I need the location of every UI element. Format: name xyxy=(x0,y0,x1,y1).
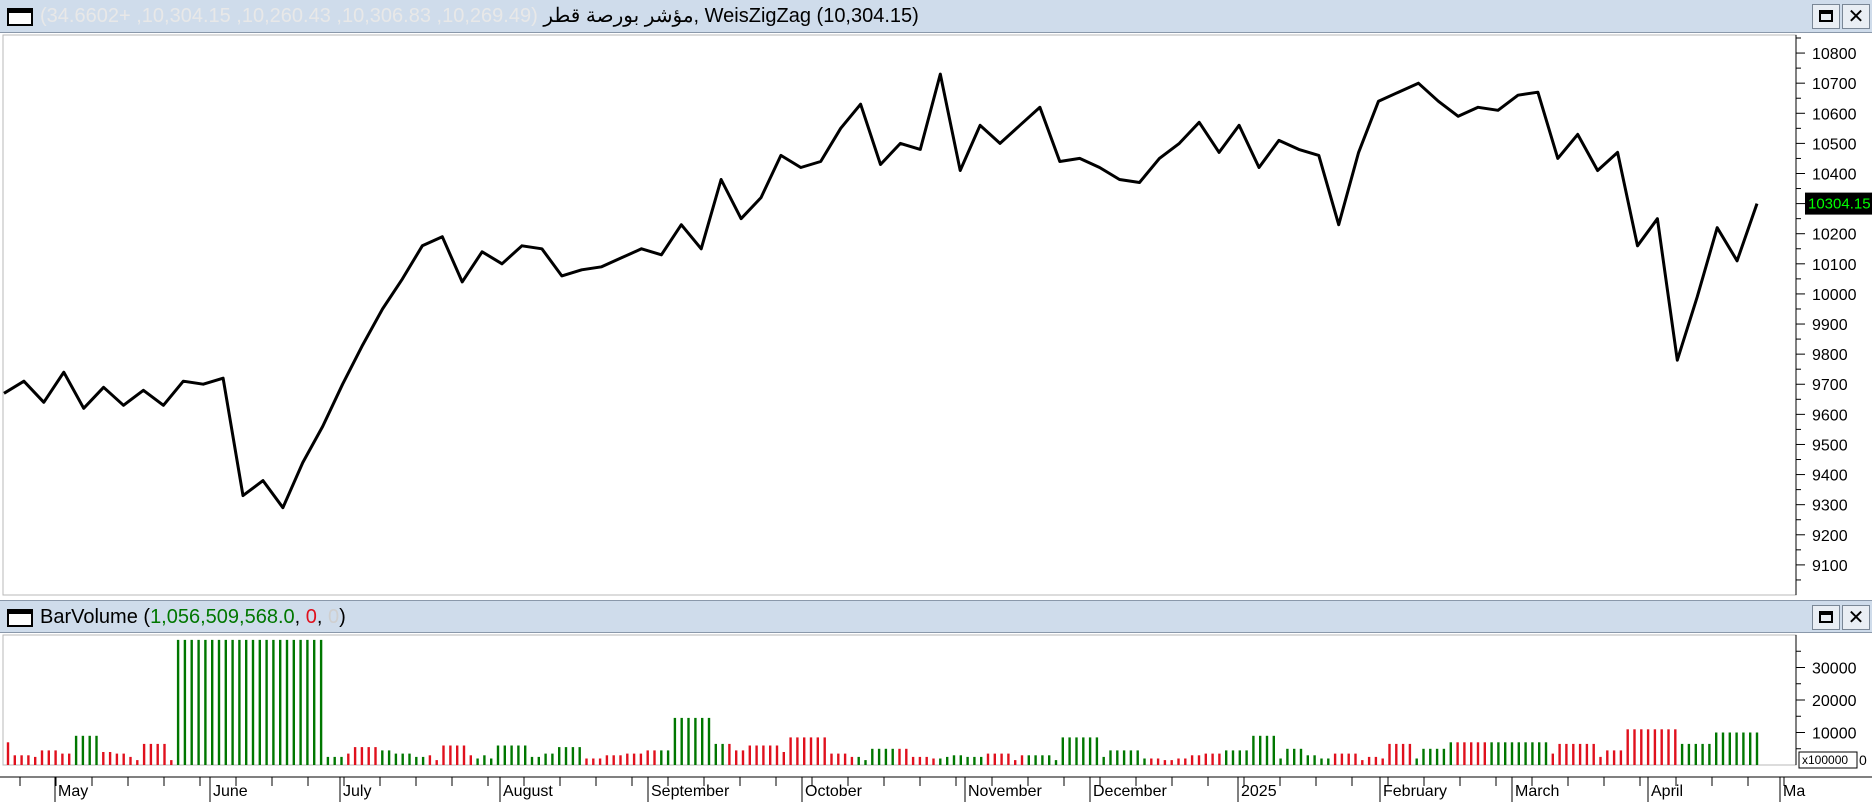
price-zigzag-line xyxy=(3,72,1759,510)
price-pane[interactable]: 9100 9200 9300 9400 9500 9600 9700 9800 9900 1000… xyxy=(0,33,1872,599)
close-button[interactable]: ✕ xyxy=(1842,605,1870,630)
price-tick-label: 10200 xyxy=(1812,227,1857,244)
volume-sep-2: , xyxy=(316,606,329,628)
price-panel-titlebar: مؤشر بورصة قطر (10,269.49, 10,306.83, 10… xyxy=(0,0,1872,33)
close-icon: ✕ xyxy=(1847,4,1865,28)
price-tick-label: 10800 xyxy=(1812,46,1857,63)
volume-tick-label: 10000 xyxy=(1812,726,1857,743)
close-icon: ✕ xyxy=(1847,605,1865,629)
last-price-label: 10304.15 xyxy=(1808,196,1871,213)
maximize-button[interactable] xyxy=(1812,605,1840,630)
price-tick-label: 9300 xyxy=(1812,498,1848,515)
price-chart[interactable]: 9100 9200 9300 9400 9500 9600 9700 9800 9900 1000… xyxy=(0,33,1872,599)
price-tick-label: 10100 xyxy=(1812,257,1857,274)
time-axis-label: October xyxy=(805,783,863,800)
price-tick-label: 9800 xyxy=(1812,347,1848,364)
maximize-button[interactable] xyxy=(1812,4,1840,29)
time-axis-label: Ma xyxy=(1783,783,1805,800)
price-tick-label: 9200 xyxy=(1812,528,1848,545)
price-tick-label: 10700 xyxy=(1812,76,1857,93)
price-tick-label: 9400 xyxy=(1812,468,1848,485)
price-tick-label: 10600 xyxy=(1812,106,1857,123)
volume-tick-label: 20000 xyxy=(1812,693,1857,710)
price-plot-border xyxy=(2,34,1797,596)
volume-panel-titlebar: BarVolume (1,056,509,568.0, 0, 0) ✕ xyxy=(0,600,1872,633)
volume-pane[interactable]: 10000 20000 30000 x100000 0 May June July Aug… xyxy=(0,634,1872,802)
price-tick-label: 10400 xyxy=(1812,166,1857,183)
time-axis-label: February xyxy=(1383,783,1447,800)
close-button[interactable]: ✕ xyxy=(1842,4,1870,29)
price-tick-label: 9700 xyxy=(1812,377,1848,394)
price-panel-title: مؤشر بورصة قطر (10,269.49, 10,306.83, 10… xyxy=(40,0,919,33)
volume-paren-close: ) xyxy=(339,606,346,628)
price-axis: 9100 9200 9300 9400 9500 9600 9700 9800 9900 1000… xyxy=(1796,37,1857,581)
volume-value-total: 1,056,509,568.0 xyxy=(150,606,295,628)
maximize-icon xyxy=(1819,611,1833,623)
time-axis-label: May xyxy=(58,783,88,800)
volume-plot-border xyxy=(2,634,1797,766)
volume-sep-1: , xyxy=(294,606,306,628)
volume-axis: 10000 20000 30000 xyxy=(1796,650,1857,750)
volume-bars xyxy=(6,639,1759,765)
price-tick-label: 9600 xyxy=(1812,407,1848,424)
time-axis-label: March xyxy=(1515,783,1559,800)
time-axis-label: June xyxy=(213,783,248,800)
window-icon[interactable] xyxy=(7,8,33,26)
volume-scale-badge: x100000 0 xyxy=(1798,751,1867,769)
price-tick-label: 10500 xyxy=(1812,136,1857,153)
indicator-readout: , WeisZigZag (10,304.15) xyxy=(693,5,919,27)
volume-tick-label: 30000 xyxy=(1812,661,1857,678)
time-axis-label: November xyxy=(968,783,1042,800)
scale-badge-text: x100000 xyxy=(1802,753,1848,767)
volume-chart[interactable]: 10000 20000 30000 x100000 0 May June July Aug… xyxy=(0,634,1872,802)
window-icon[interactable] xyxy=(7,609,33,627)
time-axis-label: September xyxy=(651,783,730,800)
ohlc-values: (10,269.49, 10,306.83, 10,260.43, 10,304… xyxy=(40,5,538,27)
time-axis-label: April xyxy=(1651,783,1683,800)
price-tick-label: 9100 xyxy=(1812,558,1848,575)
price-tick-label: 9500 xyxy=(1812,437,1848,454)
volume-value-down: 0 xyxy=(305,606,317,628)
price-tick-label: 10000 xyxy=(1812,287,1857,304)
time-axis-label: July xyxy=(343,783,371,800)
volume-axis-zero: 0 xyxy=(1859,752,1867,768)
maximize-icon xyxy=(1819,10,1833,22)
time-axis-label: August xyxy=(503,783,553,800)
time-axis-label: 2025 xyxy=(1241,783,1277,800)
volume-paren-open: ( xyxy=(137,606,151,628)
price-tick-label: 9900 xyxy=(1812,317,1848,334)
volume-value-third: 0 xyxy=(328,606,340,628)
symbol-name: مؤشر بورصة قطر xyxy=(543,5,694,27)
time-axis: May June July August September October Novembe… xyxy=(19,777,1805,802)
volume-indicator-name: BarVolume xyxy=(40,606,138,628)
volume-panel-title: BarVolume (1,056,509,568.0, 0, 0) xyxy=(40,601,346,634)
time-axis-label: December xyxy=(1093,783,1167,800)
last-price-marker: 10304.15 xyxy=(1805,192,1872,215)
